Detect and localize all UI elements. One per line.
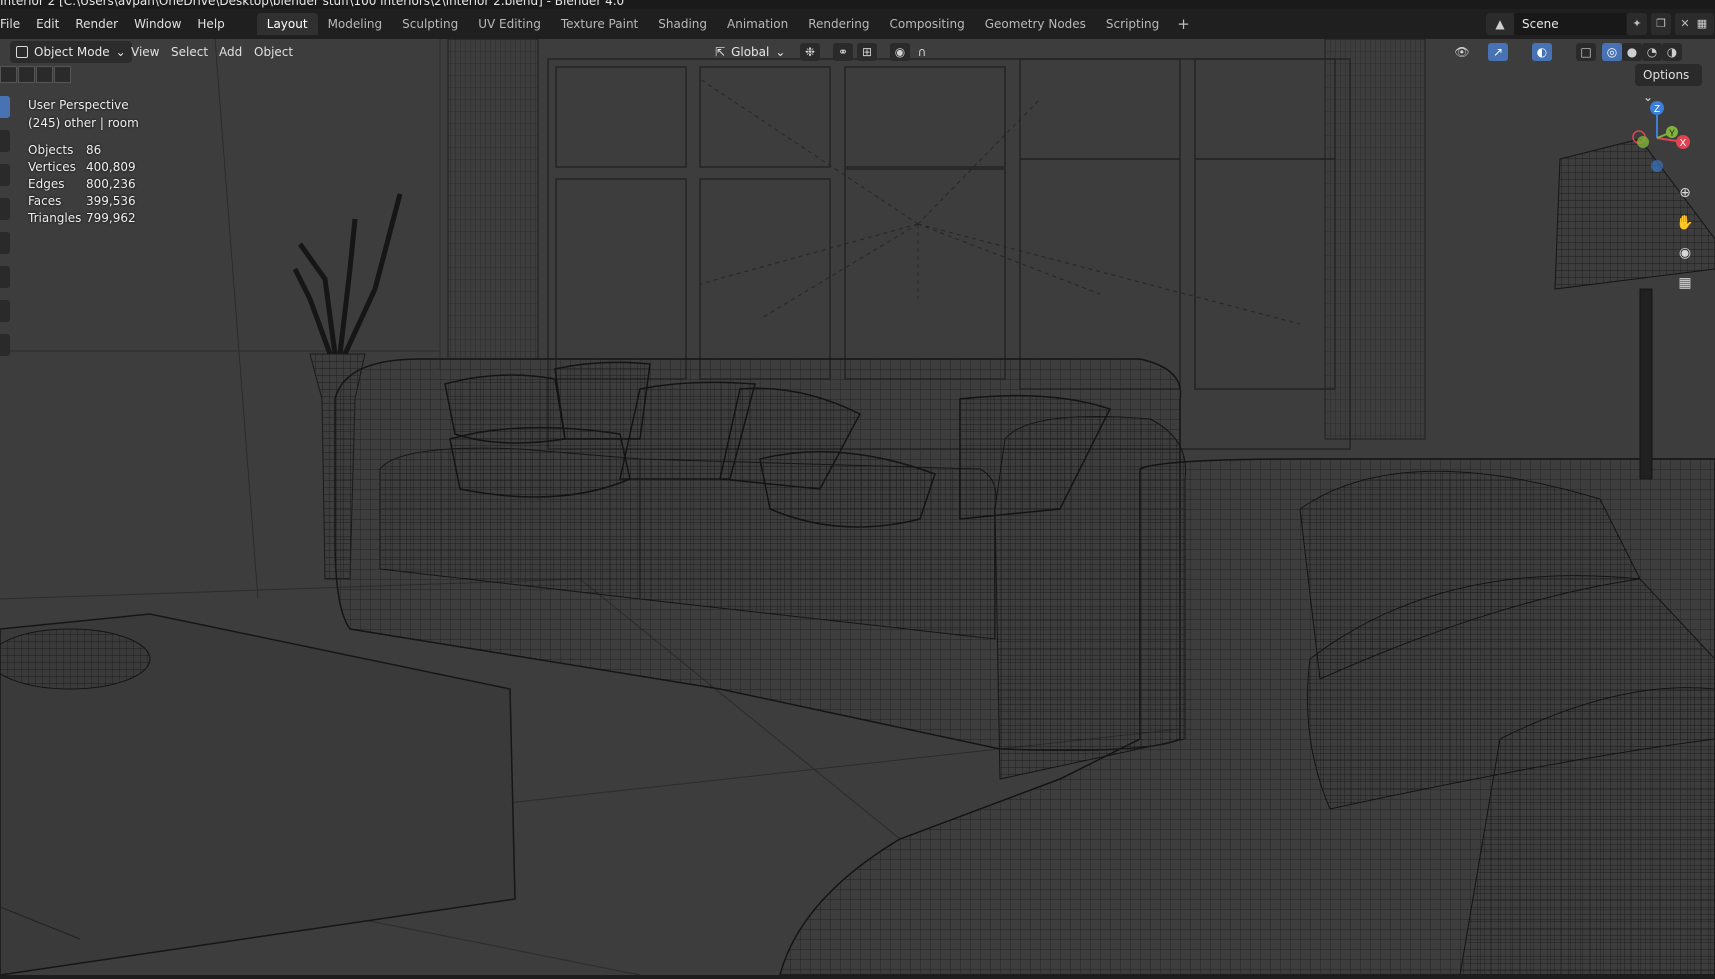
move-tool-icon[interactable]: [0, 164, 10, 186]
floor-lamp-pole: [1639, 288, 1653, 480]
transform-icon: ⇱: [715, 45, 726, 59]
menu-edit[interactable]: Edit: [28, 9, 67, 39]
toolbar: [0, 96, 10, 368]
stat-row: Vertices 400,809: [28, 160, 136, 174]
tab-scripting[interactable]: Scripting: [1096, 13, 1169, 35]
menu-file[interactable]: File: [0, 9, 28, 39]
tab-uv-editing[interactable]: UV Editing: [468, 13, 551, 35]
light-lines: [699, 78, 1301, 325]
stat-row: Edges 800,236: [28, 177, 136, 191]
curtain-left: [447, 39, 539, 360]
select-subtract-icon[interactable]: [36, 66, 53, 83]
tab-rendering[interactable]: Rendering: [798, 13, 879, 35]
material-shading-icon[interactable]: ◔: [1642, 43, 1662, 61]
transform-orientation-dropdown[interactable]: ⇱ Global ⌄: [709, 41, 791, 63]
mode-label: Object Mode: [34, 45, 110, 59]
add-workspace-button[interactable]: +: [1169, 15, 1198, 33]
options-dropdown[interactable]: Options ⌄: [1635, 64, 1702, 104]
add-menu[interactable]: Add: [219, 41, 242, 63]
tab-shading[interactable]: Shading: [648, 13, 717, 35]
snap-icon[interactable]: ⚭: [833, 43, 853, 61]
wireframe-shading-icon[interactable]: ◎: [1602, 43, 1622, 61]
status-bar: [0, 975, 1715, 979]
object-menu[interactable]: Object: [254, 41, 293, 63]
branches: [292, 193, 403, 356]
scene-statistics: Objects 86 Vertices 400,809 Edges 800,236 F…: [28, 142, 136, 227]
window-title: Interior 2 [C:\Users\avpan\OneDrive\Desk…: [0, 0, 625, 8]
pivot-point-icon[interactable]: ❉: [800, 43, 820, 61]
gizmo-x-label: X: [1680, 138, 1687, 149]
selection-mode-buttons: [0, 66, 71, 83]
new-scene-icon[interactable]: ❐: [1651, 13, 1671, 35]
camera-icon[interactable]: ◉: [1672, 240, 1698, 266]
navigation-gizmo[interactable]: Z Y X: [1615, 96, 1699, 176]
visibility-icon[interactable]: 👁: [1452, 43, 1472, 61]
tab-sculpting[interactable]: Sculpting: [392, 13, 468, 35]
scale-tool-icon[interactable]: [0, 232, 10, 254]
pin-icon[interactable]: ✦: [1627, 13, 1647, 35]
zoom-icon[interactable]: ⊕: [1672, 180, 1698, 206]
viewport-header: Object Mode ⌄ View Select Add Object ⇱ G…: [0, 39, 1715, 65]
tab-texture-paint[interactable]: Texture Paint: [551, 13, 648, 35]
menu-window[interactable]: Window: [126, 9, 189, 39]
grid-icon[interactable]: ▦: [1672, 270, 1698, 296]
collection-info: (245) other | room: [28, 116, 139, 130]
scene-icon[interactable]: ▲: [1486, 13, 1514, 35]
scene-selector[interactable]: ▲ Scene: [1486, 13, 1626, 35]
rotate-tool-icon[interactable]: [0, 198, 10, 220]
mode-selector[interactable]: Object Mode ⌄: [10, 41, 132, 63]
select-extend-icon[interactable]: [18, 66, 35, 83]
tab-animation[interactable]: Animation: [717, 13, 798, 35]
select-tool-icon[interactable]: [0, 96, 10, 118]
stat-row: Triangles 799,962: [28, 211, 136, 225]
view-name: User Perspective: [28, 98, 129, 112]
select-new-icon[interactable]: [0, 66, 17, 83]
view-layer-icon[interactable]: ▦: [1690, 13, 1714, 35]
stat-row: Objects 86: [28, 143, 102, 157]
menu-help[interactable]: Help: [189, 9, 232, 39]
falloff-icon[interactable]: ∩: [912, 43, 932, 61]
solid-shading-icon[interactable]: ●: [1622, 43, 1642, 61]
tab-layout[interactable]: Layout: [256, 13, 318, 35]
workspace-tabs: Layout Modeling Sculpting UV Editing Tex…: [256, 9, 1198, 39]
snap-target-icon[interactable]: ⊞: [857, 43, 877, 61]
chevron-down-icon: ⌄: [775, 45, 786, 59]
cursor-tool-icon[interactable]: [0, 130, 10, 152]
wireframe-scene: [0, 39, 1715, 975]
proportional-editing-icon[interactable]: ◉: [890, 43, 910, 61]
tab-geometry-nodes[interactable]: Geometry Nodes: [975, 13, 1096, 35]
gizmo-z-label: Z: [1654, 104, 1660, 115]
hand-icon[interactable]: ✋: [1672, 210, 1698, 236]
stat-row: Faces 399,536: [28, 194, 136, 208]
view-menu[interactable]: View: [131, 41, 159, 63]
select-intersect-icon[interactable]: [54, 66, 71, 83]
rendered-shading-icon[interactable]: ◑: [1662, 43, 1682, 61]
3d-viewport[interactable]: [0, 39, 1715, 975]
tab-modeling[interactable]: Modeling: [318, 13, 393, 35]
window-titlebar: Interior 2 [C:\Users\avpan\OneDrive\Desk…: [0, 0, 1715, 9]
top-bar: File Edit Render Window Help Layout Mode…: [0, 9, 1715, 39]
gizmo-y-label: Y: [1669, 128, 1675, 138]
gizmo-toggle-icon[interactable]: ↗: [1488, 43, 1508, 61]
viewport-info: User Perspective (245) other | room: [28, 96, 139, 132]
measure-tool-icon[interactable]: [0, 334, 10, 356]
select-menu[interactable]: Select: [171, 41, 208, 63]
transform-tool-icon[interactable]: [0, 266, 10, 288]
menu-render[interactable]: Render: [67, 9, 126, 39]
tab-compositing[interactable]: Compositing: [879, 13, 974, 35]
options-label: Options: [1643, 68, 1690, 82]
curtain-right: [1324, 39, 1426, 440]
overlays-toggle-icon[interactable]: ◐: [1532, 43, 1552, 61]
object-mode-icon: [16, 46, 28, 58]
scene-name-field[interactable]: Scene: [1514, 13, 1626, 35]
xray-toggle-icon[interactable]: □: [1576, 43, 1596, 61]
fruit-bowl: [0, 628, 151, 690]
orientation-label: Global: [731, 45, 770, 59]
chevron-down-icon: ⌄: [115, 45, 126, 59]
annotate-tool-icon[interactable]: [0, 300, 10, 322]
